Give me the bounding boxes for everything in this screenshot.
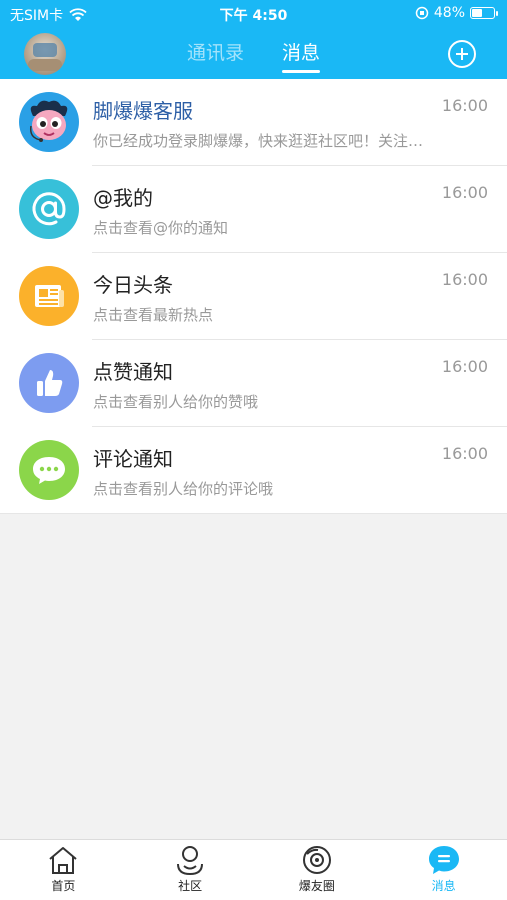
message-time: 16:00 xyxy=(441,444,488,463)
header-tabs: 通讯录 消息 xyxy=(0,38,507,71)
newspaper-icon xyxy=(19,266,79,326)
thumbs-up-icon xyxy=(19,353,79,413)
message-preview: 点击查看@你的通知 xyxy=(93,219,229,237)
message-list: 脚爆爆客服 你已经成功登录脚爆爆，快来逛逛社区吧！关注… 16:00 @我的 点… xyxy=(0,79,507,514)
nav-label: 爆友圈 xyxy=(298,879,335,893)
message-title: @我的 xyxy=(93,186,153,210)
message-title: 评论通知 xyxy=(93,447,173,471)
community-icon xyxy=(177,846,204,876)
tab-contacts[interactable]: 通讯录 xyxy=(187,38,244,71)
customer-service-mascot-icon xyxy=(19,92,79,152)
list-item[interactable]: 脚爆爆客服 你已经成功登录脚爆爆，快来逛逛社区吧！关注… 16:00 xyxy=(0,79,507,166)
message-preview: 你已经成功登录脚爆爆，快来逛逛社区吧！关注… xyxy=(93,132,424,150)
message-time: 16:00 xyxy=(441,270,488,289)
message-icon xyxy=(428,846,459,874)
add-button[interactable] xyxy=(448,40,476,68)
nav-messages[interactable]: 消息 xyxy=(380,840,507,900)
friends-circle-icon xyxy=(302,846,331,874)
message-title: 点赞通知 xyxy=(93,360,173,384)
bottom-nav: 首页 社区 爆友圈 消息 xyxy=(0,839,507,900)
app-header: 无SIM卡 下午 4:50 48% 通讯录 消息 xyxy=(0,0,507,79)
list-item[interactable]: @我的 点击查看@你的通知 16:00 xyxy=(0,166,507,253)
message-title: 今日头条 xyxy=(93,273,173,297)
at-sign-icon xyxy=(19,179,79,239)
message-title: 脚爆爆客服 xyxy=(93,99,193,123)
nav-friends-circle[interactable]: 爆友圈 xyxy=(254,840,381,900)
nav-community[interactable]: 社区 xyxy=(127,840,254,900)
message-preview: 点击查看别人给你的评论哦 xyxy=(93,480,274,498)
nav-label: 消息 xyxy=(431,879,456,893)
list-item[interactable]: 评论通知 点击查看别人给你的评论哦 16:00 xyxy=(0,427,507,514)
tab-messages[interactable]: 消息 xyxy=(282,38,320,71)
message-preview: 点击查看最新热点 xyxy=(93,306,214,324)
comment-bubble-icon xyxy=(19,440,79,500)
message-time: 16:00 xyxy=(441,96,488,115)
orientation-lock-icon xyxy=(415,6,429,20)
message-preview: 点击查看别人给你的赞哦 xyxy=(93,393,259,411)
nav-label: 社区 xyxy=(178,879,203,893)
battery-icon xyxy=(470,7,498,19)
nav-home[interactable]: 首页 xyxy=(0,840,127,900)
nav-label: 首页 xyxy=(51,879,76,893)
message-time: 16:00 xyxy=(441,183,488,202)
list-item[interactable]: 点赞通知 点击查看别人给你的赞哦 16:00 xyxy=(0,340,507,427)
list-item[interactable]: 今日头条 点击查看最新热点 16:00 xyxy=(0,253,507,340)
battery-level xyxy=(472,9,482,17)
battery-percent: 48% xyxy=(433,5,465,21)
status-bar: 无SIM卡 下午 4:50 48% xyxy=(0,0,507,28)
message-time: 16:00 xyxy=(441,357,488,376)
home-icon xyxy=(49,847,78,874)
